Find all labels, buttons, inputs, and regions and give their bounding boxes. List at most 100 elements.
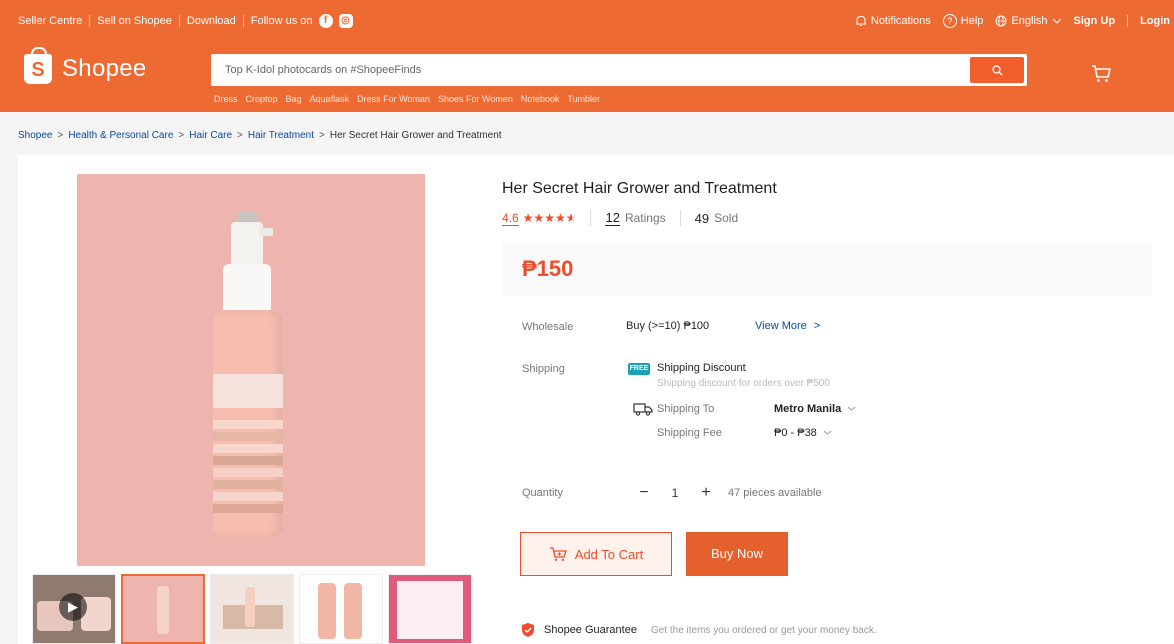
product-main-image[interactable] — [77, 174, 425, 566]
thumbnail-image[interactable] — [299, 574, 383, 644]
add-to-cart-button[interactable]: Add To Cart — [520, 532, 672, 576]
sell-on-shopee-link[interactable]: Sell on Shopee — [97, 15, 172, 27]
increase-button[interactable]: + — [692, 482, 720, 504]
wholesale-label: Wholesale — [522, 321, 574, 333]
truck-icon — [633, 402, 653, 421]
shipping-fee-label: Shipping Fee — [657, 427, 722, 439]
suggestion-link[interactable]: Shoes For Women — [438, 94, 513, 104]
notifications-label: Notifications — [870, 15, 931, 27]
view-more-label: View More — [755, 320, 807, 332]
bottle-stripe — [213, 504, 283, 513]
language-label: English — [1011, 15, 1048, 27]
quantity-label: Quantity — [522, 487, 563, 499]
download-link[interactable]: Download — [187, 15, 236, 27]
bottle-illustration — [209, 212, 293, 542]
suggestion-link[interactable]: Notebook — [521, 94, 560, 104]
cart-button[interactable] — [1090, 62, 1112, 89]
breadcrumb-arrow-icon: > — [237, 130, 243, 141]
topbar-right: Notifications ? Help English Sign Up Log… — [855, 14, 1174, 28]
topbar: Seller Centre Sell on Shopee Download Fo… — [0, 0, 1174, 42]
suggestion-link[interactable]: Tumbler — [567, 94, 600, 104]
bottle-nozzle — [259, 228, 273, 236]
notifications-link[interactable]: Notifications — [855, 15, 931, 27]
ratings-label: Ratings — [624, 211, 666, 225]
breadcrumb-link[interactable]: Shopee — [18, 130, 52, 141]
shopee-logo[interactable]: S Shopee — [24, 47, 147, 84]
rating-stars: ★★★★★ — [522, 211, 573, 225]
guarantee-desc: Get the items you ordered or get your mo… — [650, 624, 877, 636]
thumbnail-image[interactable] — [388, 574, 472, 644]
quantity-input[interactable]: 1 — [658, 482, 692, 504]
chevron-down-icon — [847, 406, 856, 411]
help-link[interactable]: ? Help — [942, 14, 984, 28]
price-box: ₱150 — [502, 244, 1152, 296]
product-price: ₱150 — [522, 256, 574, 281]
suggestion-link[interactable]: Croptop — [246, 94, 278, 104]
bottle-stripe — [213, 432, 283, 441]
instagram-icon[interactable]: ◎ — [338, 14, 353, 28]
chevron-right-icon: > — [813, 320, 821, 332]
shipping-fee-selector[interactable]: ₱0 - ₱38 — [774, 427, 832, 439]
divider — [242, 15, 244, 27]
bottle-stripe — [213, 468, 283, 477]
bottle-stripe — [213, 456, 283, 465]
shipping-to-value: Metro Manila — [774, 403, 842, 415]
breadcrumb-link[interactable]: Hair Care — [189, 130, 232, 141]
free-shipping-icon: FREE — [628, 363, 650, 375]
rating-score[interactable]: 4.6 — [502, 211, 519, 226]
breadcrumb-link[interactable]: Health & Personal Care — [68, 130, 173, 141]
breadcrumb-arrow-icon: > — [178, 130, 185, 141]
ratings-count[interactable]: 12 — [605, 210, 620, 226]
breadcrumb-link[interactable]: Hair Treatment — [248, 130, 314, 141]
bottle-stripe — [213, 420, 283, 429]
breadcrumb-current: Her Secret Hair Grower and Treatment — [329, 130, 502, 141]
cart-icon — [1092, 65, 1111, 82]
search-button[interactable] — [970, 57, 1024, 83]
wholesale-value: Buy (>=10) ₱100 — [626, 320, 710, 332]
search-input[interactable] — [211, 54, 971, 86]
chevron-down-icon — [823, 430, 832, 435]
search-bar — [211, 54, 1027, 86]
seller-centre-link[interactable]: Seller Centre — [18, 15, 82, 27]
rating-stars-fill: ★★★★★ — [523, 211, 572, 225]
decrease-button[interactable]: − — [630, 482, 658, 504]
shipping-discount-title: Shipping Discount — [657, 362, 746, 374]
suggestion-link[interactable]: Dress For Woman — [357, 94, 430, 104]
buy-now-button[interactable]: Buy Now — [686, 532, 788, 576]
bottle-stripe — [213, 480, 283, 489]
shipping-discount-sub: Shipping discount for orders over ₱500 — [657, 378, 830, 389]
shipping-fee-value: ₱0 - ₱38 — [774, 427, 817, 439]
search-suggestions: Dress Croptop Bag Aquaflask Dress For Wo… — [214, 94, 608, 104]
shipping-to-selector[interactable]: Metro Manila — [774, 403, 856, 415]
language-selector[interactable]: English — [995, 15, 1061, 27]
shipping-to-label: Shipping To — [657, 403, 715, 415]
facebook-icon[interactable]: f — [318, 14, 333, 28]
thumb-text-card — [397, 581, 463, 639]
sign-up-link[interactable]: Sign Up — [1074, 15, 1116, 27]
thumbnail-image[interactable] — [121, 574, 205, 644]
shipping-label: Shipping — [522, 363, 565, 375]
topbar-left: Seller Centre Sell on Shopee Download Fo… — [18, 14, 353, 28]
bottle-collar — [223, 264, 271, 312]
divider — [178, 15, 180, 27]
suggestion-link[interactable]: Aquaflask — [310, 94, 350, 104]
breadcrumb-arrow-icon: > — [57, 130, 64, 141]
divider — [1127, 15, 1129, 27]
suggestion-link[interactable]: Dress — [214, 94, 238, 104]
sold-label: Sold — [714, 211, 739, 225]
quantity-stepper: − 1 + 47 pieces available — [630, 482, 821, 504]
guarantee-name: Shopee Guarantee — [544, 624, 637, 636]
view-more-link[interactable]: View More > — [755, 320, 820, 332]
ratings-row: 4.6 ★★★★★ ★★★★★ 12 Ratings 49 Sold — [502, 210, 738, 226]
divider — [590, 210, 592, 226]
shopee-bag-icon: S — [24, 47, 52, 84]
suggestion-link[interactable]: Bag — [286, 94, 302, 104]
divider — [89, 15, 91, 27]
thumb-bottle — [344, 583, 362, 639]
play-icon: ▶ — [59, 593, 87, 621]
thumbnail-image[interactable] — [210, 574, 294, 644]
login-link[interactable]: Login — [1140, 15, 1170, 27]
thumbnail-strip: ▶ — [32, 574, 477, 644]
thumbnail-video[interactable]: ▶ — [32, 574, 116, 644]
help-label: Help — [960, 15, 984, 27]
